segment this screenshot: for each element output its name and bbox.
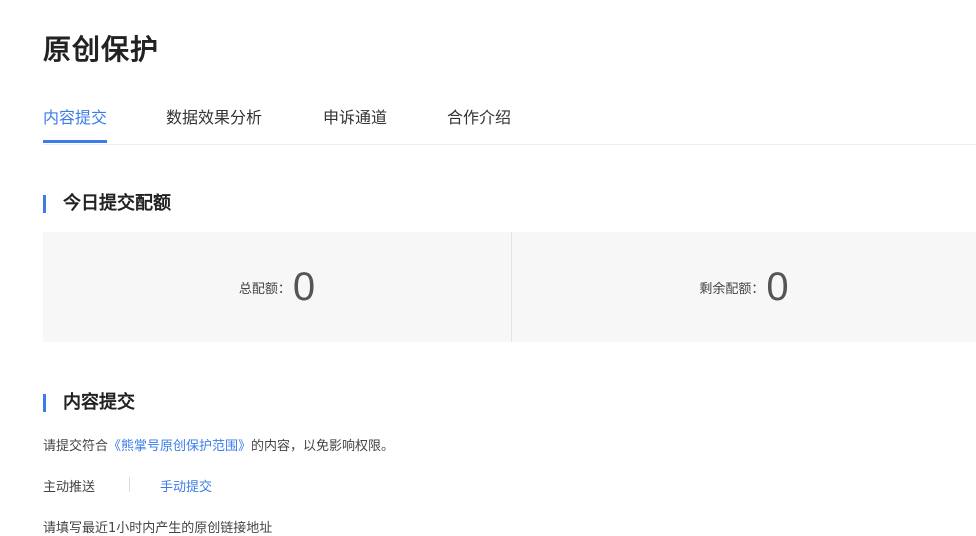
submit-description: 请提交符合《熊掌号原创保护范围》的内容，以免影响权限。 [43, 435, 394, 454]
subtab-divider [129, 477, 130, 492]
desc-prefix: 请提交符合 [43, 439, 109, 454]
tab-cooperation[interactable]: 合作介绍 [447, 104, 511, 143]
quota-panel: 总配额： 0 剩余配额： 0 [43, 232, 976, 342]
tab-bar: 内容提交 数据效果分析 申诉通道 合作介绍 [43, 104, 976, 145]
subtab-manual-submit[interactable]: 手动提交 [160, 476, 212, 495]
tab-data-analysis[interactable]: 数据效果分析 [166, 104, 262, 143]
total-quota-label: 总配额： [238, 281, 291, 297]
desc-suffix: 的内容，以免影响权限。 [251, 439, 395, 454]
remaining-quota-label: 剩余配额： [699, 281, 765, 297]
subtab-active-push[interactable]: 主动推送 [43, 476, 95, 495]
remaining-quota: 剩余配额： 0 [512, 232, 976, 342]
tab-appeal-channel[interactable]: 申诉通道 [323, 104, 387, 143]
tab-content-submit[interactable]: 内容提交 [43, 104, 108, 143]
page-title: 原创保护 [43, 33, 160, 66]
remaining-quota-value: 0 [766, 265, 789, 309]
submit-section-title: 内容提交 [43, 394, 135, 412]
submit-hint: 请填写最近1小时内产生的原创链接地址 [43, 521, 273, 536]
quota-section-title: 今日提交配额 [43, 195, 171, 213]
total-quota-value: 0 [292, 265, 316, 309]
protection-scope-link[interactable]: 《熊掌号原创保护范围》 [108, 439, 251, 454]
total-quota: 总配额： 0 [43, 232, 511, 342]
